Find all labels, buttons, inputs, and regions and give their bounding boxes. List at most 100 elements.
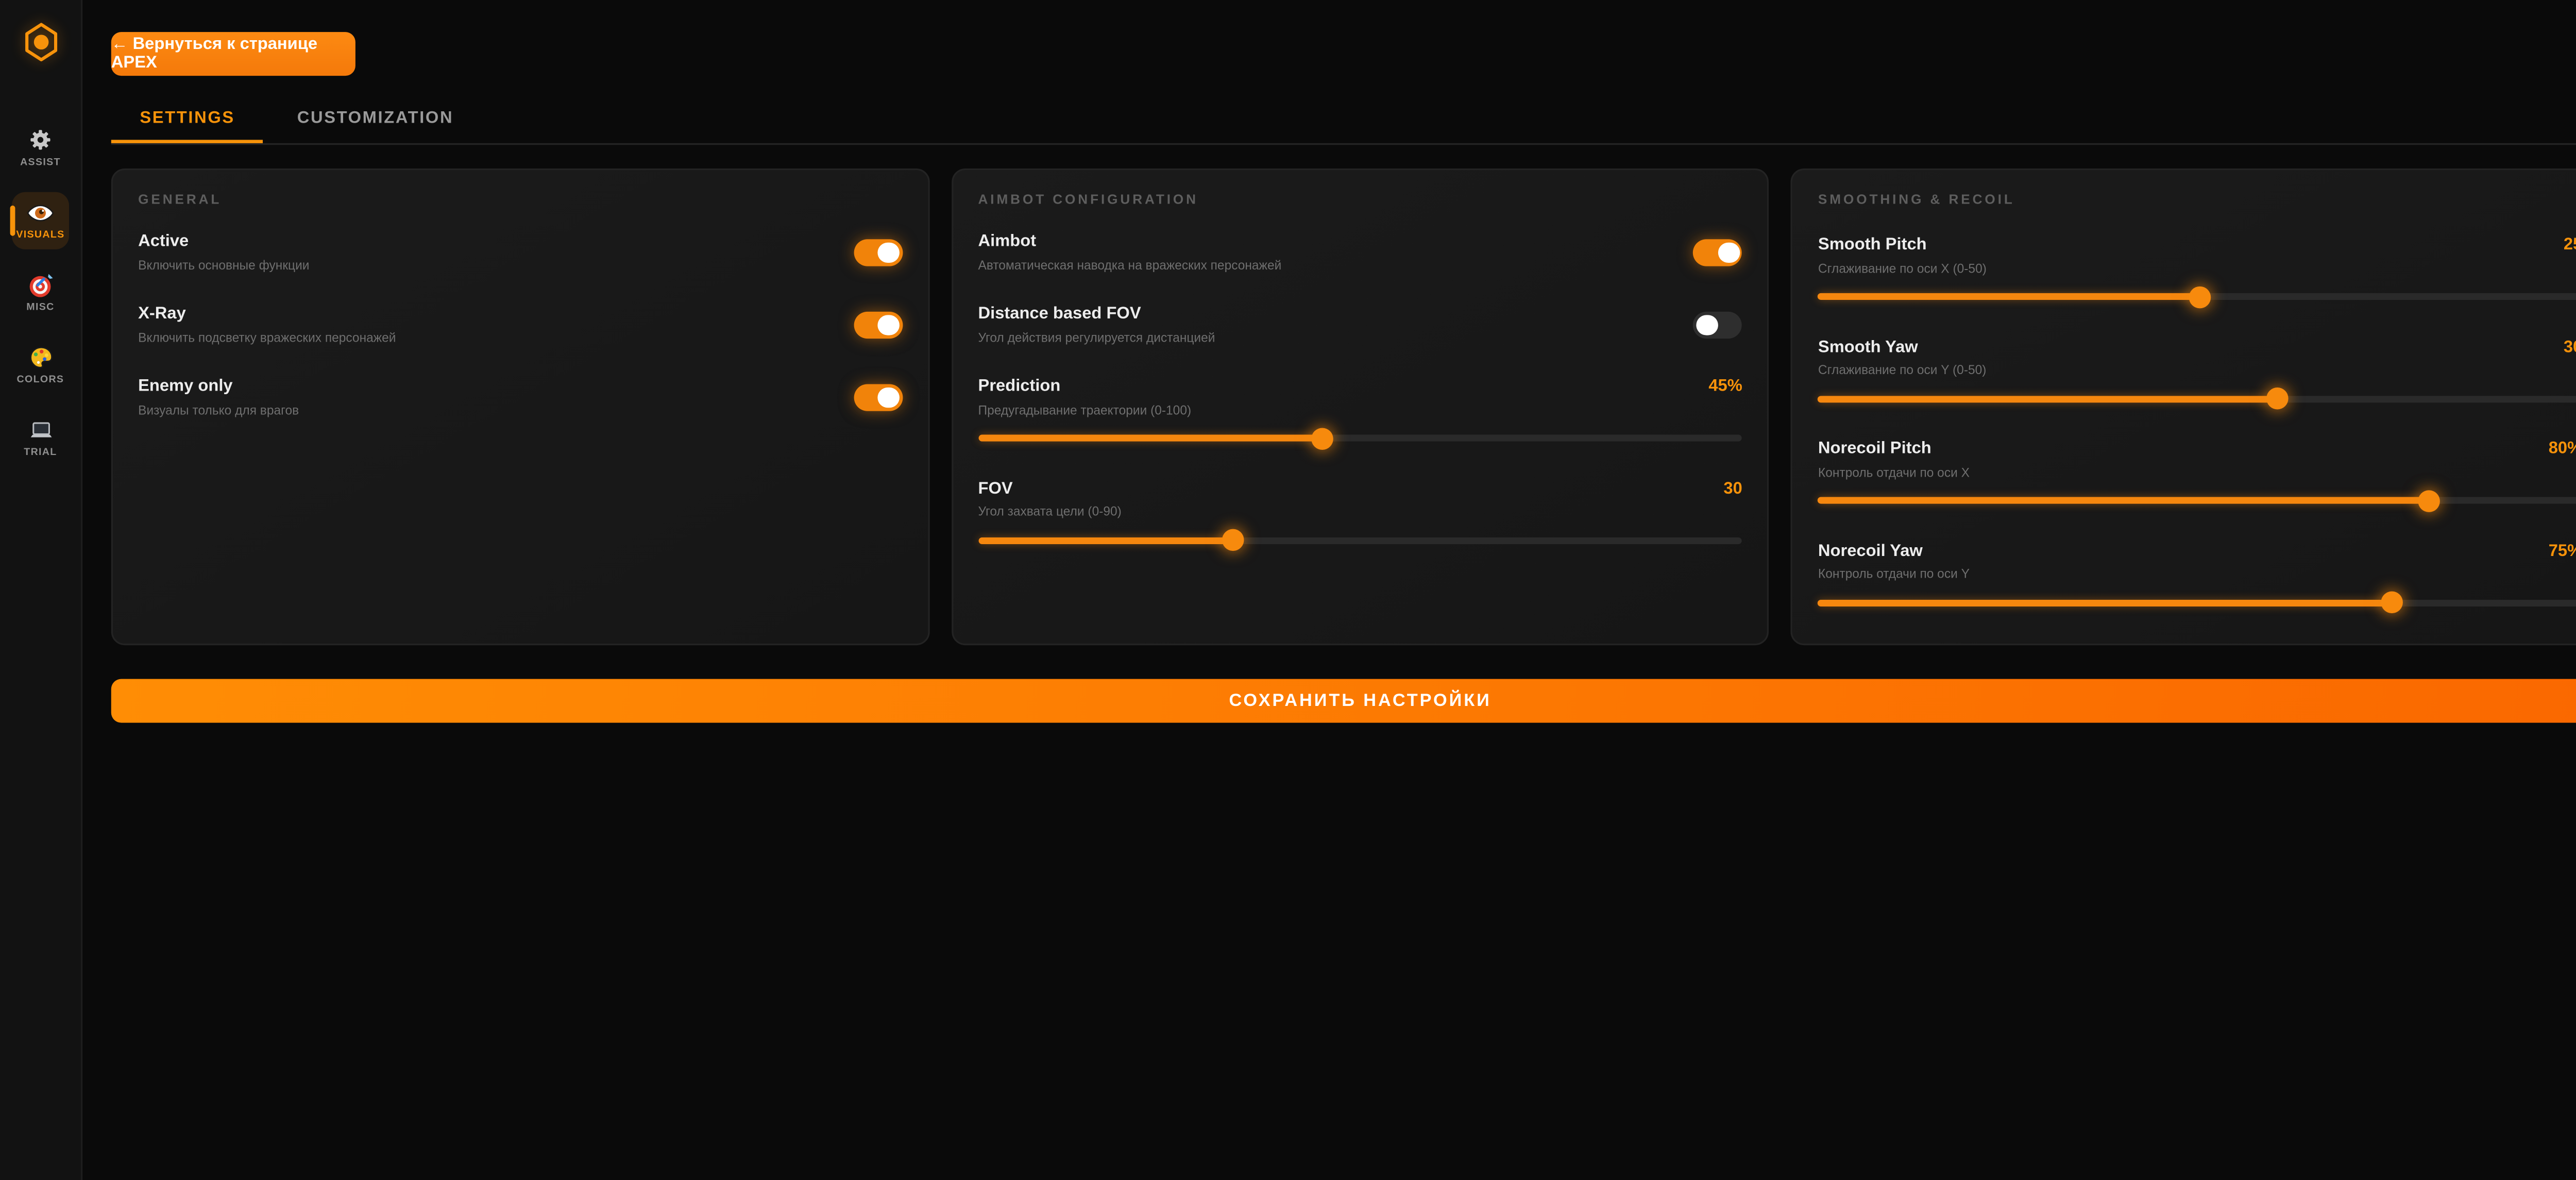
setting-row-enemy-only: Enemy only Визуалы только для врагов: [138, 376, 902, 418]
prediction-slider[interactable]: [978, 427, 1742, 449]
sidebar-item-trial[interactable]: TRIAL: [12, 409, 69, 466]
slider-track: [1818, 497, 2576, 504]
sidebar-item-misc[interactable]: MISC: [12, 264, 69, 321]
setting-description: Контроль отдачи по оси Y: [1818, 566, 2576, 583]
setting-description: Предугадывание траектории (0-100): [978, 402, 1742, 419]
setting-label: Norecoil Pitch: [1818, 438, 1931, 460]
slider-fill: [1818, 599, 2391, 605]
back-to-apex-button[interactable]: ← Вернуться к странице APEX: [111, 31, 355, 75]
toggle-knob: [878, 386, 900, 408]
setting-label: Active: [138, 231, 309, 253]
sidebar-item-label: TRIAL: [24, 447, 57, 458]
setting-label: Enemy only: [138, 376, 299, 398]
slider-thumb[interactable]: [2380, 592, 2402, 614]
slider-fill: [978, 435, 1322, 442]
setting-label: Norecoil Yaw: [1818, 540, 1923, 562]
slider-value: 30: [1723, 479, 1742, 498]
palette-icon: [27, 344, 54, 370]
sidebar-item-label: ASSIST: [20, 158, 61, 168]
norecoil-yaw-slider[interactable]: [1818, 592, 2576, 614]
toggle-knob: [878, 242, 900, 263]
slider-track: [978, 435, 1742, 442]
app-window: ASSIST VISUALS: [0, 0, 2576, 1180]
toggle-knob: [878, 314, 900, 335]
setting-label: Smooth Pitch: [1818, 234, 1927, 256]
setting-label: Aimbot: [978, 231, 1282, 253]
tab-customization[interactable]: CUSTOMIZATION: [268, 98, 482, 142]
toggle-aimbot[interactable]: [1693, 239, 1742, 265]
slider-value: 75%: [2549, 542, 2576, 560]
slider-fill: [978, 536, 1233, 543]
norecoil-pitch-slider[interactable]: [1818, 490, 2576, 512]
target-icon: [27, 271, 54, 298]
slider-row-prediction: Prediction 45% Предугадывание траектории…: [978, 376, 1742, 449]
setting-description: Контроль отдачи по оси X: [1818, 464, 2576, 481]
panel-title: GENERAL: [138, 192, 902, 207]
sidebar-item-label: COLORS: [17, 375, 64, 385]
sidebar-nav: ASSIST VISUALS: [12, 120, 69, 482]
slider-row-norecoil-yaw: Norecoil Yaw 75% Контроль отдачи по оси …: [1818, 540, 2576, 613]
sidebar-item-colors[interactable]: COLORS: [12, 337, 69, 394]
setting-row-xray: X-Ray Включить подсветку вражеских персо…: [138, 304, 902, 346]
smooth-pitch-slider[interactable]: [1818, 285, 2576, 308]
setting-row-distance-fov: Distance based FOV Угол действия регулир…: [978, 304, 1742, 346]
eye-icon: [27, 199, 54, 226]
setting-label: FOV: [978, 478, 1013, 500]
toggle-knob: [1718, 242, 1739, 263]
slider-thumb[interactable]: [2189, 285, 2211, 308]
slider-value: 45%: [1708, 377, 1742, 396]
setting-description: Сглаживание по оси X (0-50): [1818, 260, 2576, 277]
setting-label: Smooth Yaw: [1818, 336, 1918, 358]
slider-thumb[interactable]: [1222, 529, 1244, 551]
smooth-yaw-slider[interactable]: [1818, 387, 2576, 410]
toggle-knob: [1697, 314, 1718, 335]
save-settings-button[interactable]: СОХРАНИТЬ НАСТРОЙКИ: [111, 679, 2576, 722]
slider-fill: [1818, 293, 2200, 300]
setting-description: Угол захвата цели (0-90): [978, 504, 1742, 521]
sidebar-item-label: VISUALS: [16, 230, 64, 240]
panel-smoothing-recoil: SMOOTHING & RECOIL Smooth Pitch 25 Сглаж…: [1791, 168, 2576, 645]
setting-label: Prediction: [978, 376, 1061, 398]
sidebar: ASSIST VISUALS: [0, 0, 82, 1180]
panel-aimbot-configuration: AIMBOT CONFIGURATION Aimbot Автоматическ…: [951, 168, 1769, 645]
panel-title: AIMBOT CONFIGURATION: [978, 192, 1742, 207]
main-content: ← Вернуться к странице APEX SETTINGS CUS…: [82, 0, 2576, 1180]
setting-row-active: Active Включить основные функции: [138, 231, 902, 274]
slider-thumb[interactable]: [1311, 427, 1333, 449]
toggle-enemy-only[interactable]: [854, 384, 903, 411]
panel-title: SMOOTHING & RECOIL: [1818, 192, 2576, 207]
sidebar-item-label: MISC: [26, 302, 54, 313]
slider-thumb[interactable]: [2266, 387, 2288, 410]
settings-panels: GENERAL Active Включить основные функции…: [111, 168, 2576, 645]
slider-track: [1818, 395, 2576, 402]
gear-icon: [27, 126, 54, 153]
toggle-distance-fov[interactable]: [1693, 311, 1742, 338]
setting-row-aimbot: Aimbot Автоматическая наводка на вражеск…: [978, 231, 1742, 274]
hexagon-logo: [24, 22, 56, 62]
sidebar-item-assist[interactable]: ASSIST: [12, 120, 69, 176]
panel-general: GENERAL Active Включить основные функции…: [111, 168, 929, 645]
slider-fill: [1818, 497, 2430, 504]
slider-value: 30: [2564, 338, 2576, 357]
slider-value: 25: [2564, 236, 2576, 255]
slider-row-smooth-yaw: Smooth Yaw 30 Сглаживание по оси Y (0-50…: [1818, 336, 2576, 409]
sidebar-item-visuals[interactable]: VISUALS: [12, 192, 69, 249]
setting-label: Distance based FOV: [978, 304, 1215, 326]
slider-track: [1818, 599, 2576, 605]
toggle-active[interactable]: [854, 239, 903, 265]
slider-value: 80%: [2549, 440, 2576, 458]
setting-description: Угол действия регулируется дистанцией: [978, 329, 1215, 346]
tab-settings[interactable]: SETTINGS: [111, 98, 264, 142]
laptop-icon: [27, 416, 54, 443]
slider-row-fov: FOV 30 Угол захвата цели (0-90): [978, 478, 1742, 551]
toggle-xray[interactable]: [854, 311, 903, 338]
setting-description: Визуалы только для врагов: [138, 402, 299, 419]
fov-slider[interactable]: [978, 529, 1742, 551]
slider-thumb[interactable]: [2418, 490, 2441, 512]
setting-description: Включить основные функции: [138, 257, 309, 274]
setting-description: Сглаживание по оси Y (0-50): [1818, 362, 2576, 379]
slider-row-norecoil-pitch: Norecoil Pitch 80% Контроль отдачи по ос…: [1818, 438, 2576, 511]
slider-fill: [1818, 395, 2277, 402]
slider-row-smooth-pitch: Smooth Pitch 25 Сглаживание по оси X (0-…: [1818, 234, 2576, 307]
slider-track: [978, 536, 1742, 543]
